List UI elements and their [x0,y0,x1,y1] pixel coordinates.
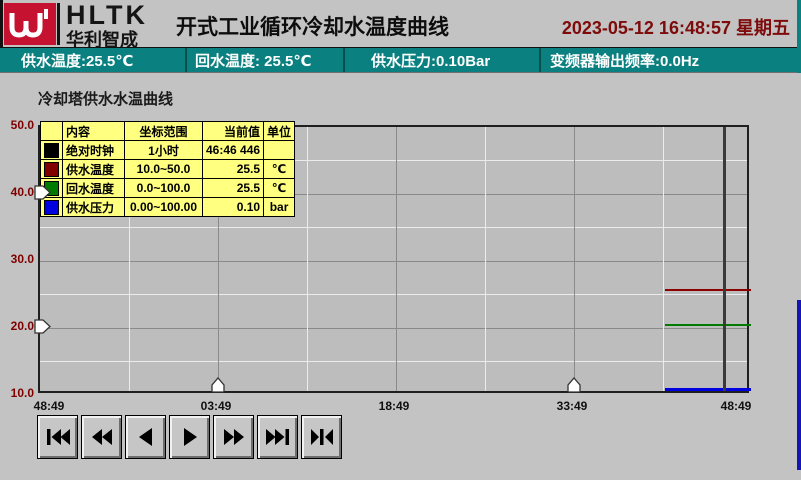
legend-name: 回水温度 [63,179,125,198]
legend-range: 0.00~100.00 [125,198,203,217]
curve-supply-pressure [665,388,751,391]
legend-value: 46:46 446 [203,141,264,160]
skip-forward-icon [265,426,291,448]
legend-unit: ℃ [264,179,295,198]
gridline [40,361,747,362]
gridline [40,294,747,295]
gridline [663,127,664,391]
gridline [574,127,575,391]
logo-divider [57,3,60,45]
curve-return-water-temp [665,324,751,326]
x-tick-0: 48:49 [34,399,65,413]
step-forward-button[interactable] [169,415,210,459]
legend-table: 内容 坐标范围 当前值 单位 绝对时钟 1小时 46:46 446 供水温度 1… [40,121,295,217]
gridline [40,328,747,329]
status-vfd-output-frequency: 变频器输出频率:0.0Hz [541,48,801,72]
right-edge-border-bottom [797,300,801,470]
legend-header-row: 内容 坐标范围 当前值 单位 [41,122,295,141]
wave-logo-icon [4,3,56,45]
x-tick-4: 48:49 [721,399,752,413]
gridline [307,127,308,391]
legend-value: 25.5 [203,179,264,198]
legend-row-clock: 绝对时钟 1小时 46:46 446 [41,141,295,160]
legend-row-pressure: 供水压力 0.00~100.00 0.10 bar [41,198,295,217]
fast-forward-button[interactable] [213,415,254,459]
jump-to-end-button[interactable] [301,415,342,459]
legend-name: 绝对时钟 [63,141,125,160]
y-axis-pointer-40[interactable] [34,185,51,205]
jump-to-end-icon [309,426,335,448]
datetime-display: 2023-05-12 16:48:57 星期五 [555,14,790,40]
legend-name: 供水温度 [63,160,125,179]
x-tick-2: 18:49 [379,399,410,413]
gridline [485,127,486,391]
gridline [40,227,747,228]
status-return-water-temp: 回水温度: 25.5℃ [187,48,345,72]
legend-range: 1小时 [125,141,203,160]
skip-to-start-icon [45,426,71,448]
legend-unit: bar [264,198,295,217]
fast-rewind-icon [90,426,114,448]
legend-range: 10.0~50.0 [125,160,203,179]
legend-range: 0.0~100.0 [125,179,203,198]
trend-transport-controls [37,415,342,459]
x-tick-3: 33:49 [557,399,588,413]
page-title: 开式工业循环冷却水温度曲线 [176,11,449,41]
legend-header-range: 坐标范围 [125,122,203,141]
curve-supply-water-temp [665,289,751,291]
legend-header-unit: 单位 [264,122,295,141]
status-supply-water-temp: 供水温度:25.5℃ [0,48,187,72]
status-bar: 供水温度:25.5℃ 回水温度: 25.5℃ 供水压力:0.10Bar 变频器输… [0,47,801,73]
legend-row-return-temp: 回水温度 0.0~100.0 25.5 ℃ [41,179,295,198]
y-tick-10: 10.0 [0,386,34,400]
gridline [396,127,397,391]
x-axis-pointer-left[interactable] [210,377,226,398]
y-tick-50: 50.0 [0,118,34,132]
fast-rewind-button[interactable] [81,415,122,459]
legend-value: 0.10 [203,198,264,217]
skip-to-start-button[interactable] [37,415,78,459]
y-axis-pointer-20[interactable] [34,319,51,339]
y-tick-30: 30.0 [0,252,34,266]
legend-row-supply-temp: 供水温度 10.0~50.0 25.5 ℃ [41,160,295,179]
x-axis-pointer-right[interactable] [566,377,582,398]
legend-header-value: 当前值 [203,122,264,141]
step-back-button[interactable] [125,415,166,459]
legend-unit: ℃ [264,160,295,179]
step-back-icon [136,426,156,448]
header: HLTK 华利智成 开式工业循环冷却水温度曲线 2023-05-12 16:48… [0,0,801,47]
supply-temp-color-swatch [44,162,59,177]
legend-header-swatch [41,122,63,141]
hmi-screen: HLTK 华利智成 开式工业循环冷却水温度曲线 2023-05-12 16:48… [0,0,801,480]
legend-value: 25.5 [203,160,264,179]
play-forward-icon [180,426,200,448]
legend-unit [264,141,295,160]
y-tick-20: 20.0 [0,319,34,333]
legend-header-content: 内容 [63,122,125,141]
clock-color-swatch [44,143,59,158]
skip-forward-button[interactable] [257,415,298,459]
status-supply-pressure: 供水压力:0.10Bar [345,48,541,72]
legend-name: 供水压力 [63,198,125,217]
chart-subtitle: 冷却塔供水水温曲线 [38,88,173,109]
gridline [40,261,747,262]
x-tick-1: 03:49 [201,399,232,413]
y-tick-40: 40.0 [0,185,34,199]
time-cursor-line[interactable] [723,127,726,391]
right-edge-border-top [797,0,801,73]
fast-forward-icon [222,426,246,448]
